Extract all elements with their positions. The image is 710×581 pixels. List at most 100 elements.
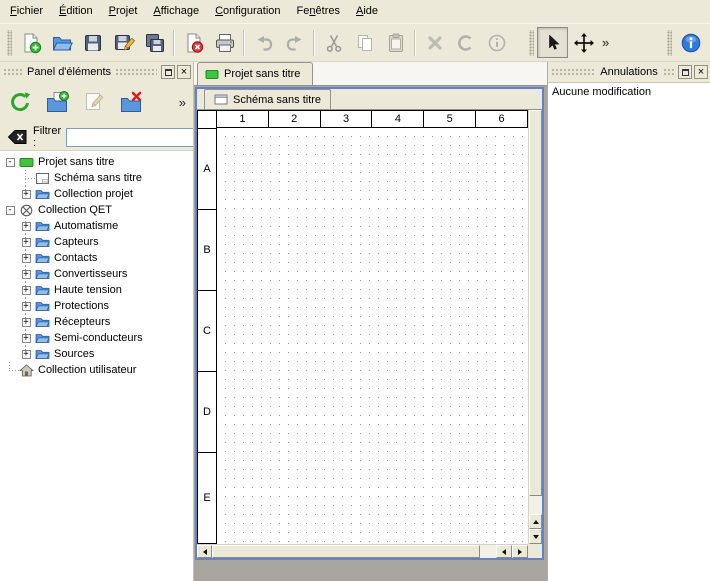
close-dock-button[interactable]: × bbox=[694, 65, 708, 79]
undo-icon bbox=[253, 32, 275, 54]
clear-filter-button[interactable] bbox=[6, 127, 28, 147]
tree-item-convertisseurs[interactable]: + Convertisseurs bbox=[0, 266, 193, 282]
project-tab[interactable]: Projet sans titre bbox=[197, 62, 313, 85]
expander-box[interactable]: - bbox=[6, 158, 15, 167]
paste-icon bbox=[385, 32, 407, 54]
new-button[interactable] bbox=[15, 27, 46, 58]
tree-item-automatisme[interactable]: + Automatisme bbox=[0, 218, 193, 234]
menu-fenetres[interactable]: Fenêtres bbox=[289, 0, 348, 23]
expander-box[interactable]: + bbox=[22, 286, 31, 295]
expander-box[interactable]: + bbox=[22, 254, 31, 263]
folder-icon bbox=[35, 348, 50, 361]
schema-tab[interactable]: Schéma sans titre bbox=[204, 89, 331, 109]
vertical-scrollbar[interactable] bbox=[528, 110, 542, 544]
toolbar-overflow-button[interactable]: » bbox=[599, 27, 612, 58]
info-button[interactable] bbox=[481, 27, 512, 58]
tree-item-label: Haute tension bbox=[54, 284, 122, 296]
expander-box[interactable]: + bbox=[22, 270, 31, 279]
redo-button[interactable] bbox=[279, 27, 310, 58]
float-dock-button[interactable] bbox=[161, 65, 175, 79]
mdi-background: Schéma sans titre 1 2 3 4 5 6 bbox=[194, 86, 547, 581]
row-header-cell: A bbox=[198, 129, 216, 210]
menu-fichier[interactable]: Fichier bbox=[2, 0, 51, 23]
tree-item-capteurs[interactable]: + Capteurs bbox=[0, 234, 193, 250]
save-all-button[interactable] bbox=[139, 27, 170, 58]
menu-label: Fe bbox=[297, 5, 310, 17]
menu-edition[interactable]: Édition bbox=[51, 0, 101, 23]
horizontal-scrollbar[interactable] bbox=[197, 544, 528, 558]
expander-box[interactable]: + bbox=[22, 190, 31, 199]
expander-box[interactable]: + bbox=[22, 350, 31, 359]
expander-box[interactable]: + bbox=[22, 238, 31, 247]
expander-box[interactable]: + bbox=[22, 222, 31, 231]
move-tool-button[interactable] bbox=[568, 27, 599, 58]
open-button[interactable] bbox=[46, 27, 77, 58]
undo-dock-titlebar[interactable]: Annulations × bbox=[548, 62, 710, 82]
toolbar-grip[interactable] bbox=[7, 30, 12, 56]
menu-label: P bbox=[109, 5, 116, 17]
edit-element-button[interactable] bbox=[78, 86, 110, 118]
float-dock-button[interactable] bbox=[678, 65, 692, 79]
close-document-button[interactable] bbox=[178, 27, 209, 58]
menu-configuration[interactable]: Configuration bbox=[207, 0, 288, 23]
panel-overflow-button[interactable]: » bbox=[176, 87, 189, 118]
tree-item-contacts[interactable]: + Contacts bbox=[0, 250, 193, 266]
tree-cell: + bbox=[20, 234, 32, 250]
folder-icon bbox=[35, 188, 50, 201]
new-element-button[interactable] bbox=[41, 86, 73, 118]
tree-item-schema[interactable]: Schéma sans titre bbox=[0, 170, 193, 186]
expander-box[interactable]: + bbox=[22, 334, 31, 343]
toolbar-grip[interactable] bbox=[529, 30, 534, 56]
elements-panel-titlebar[interactable]: Panel d'éléments × bbox=[0, 62, 193, 82]
scroll-left-button-2[interactable] bbox=[496, 545, 512, 558]
expander-box[interactable]: + bbox=[22, 318, 31, 327]
schema-icon bbox=[35, 172, 50, 185]
tree-item-project[interactable]: - Projet sans titre bbox=[0, 154, 193, 170]
paste-button[interactable] bbox=[380, 27, 411, 58]
delete-element-button[interactable] bbox=[115, 86, 147, 118]
menu-label: dition bbox=[66, 5, 92, 17]
tree-item-recepteurs[interactable]: + Récepteurs bbox=[0, 314, 193, 330]
cut-button[interactable] bbox=[318, 27, 349, 58]
vertical-scrollbar-thumb[interactable] bbox=[529, 110, 542, 496]
about-button[interactable] bbox=[675, 27, 706, 58]
copy-button[interactable] bbox=[349, 27, 380, 58]
tree-item-haute-tension[interactable]: + Haute tension bbox=[0, 282, 193, 298]
menu-aide[interactable]: Aide bbox=[348, 0, 386, 23]
tree-item-collection-utilisateur[interactable]: Collection utilisateur bbox=[0, 362, 193, 378]
tree-item-sources[interactable]: + Sources bbox=[0, 346, 193, 362]
tree-line bbox=[25, 330, 26, 346]
scroll-up-button[interactable] bbox=[529, 514, 542, 529]
tree-item-protections[interactable]: + Protections bbox=[0, 298, 193, 314]
scroll-down-button[interactable] bbox=[529, 529, 542, 544]
diagram-canvas[interactable]: 1 2 3 4 5 6 A B C D bbox=[197, 110, 528, 544]
undo-history-list[interactable]: Aucune modification bbox=[548, 82, 710, 581]
select-tool-button[interactable] bbox=[537, 27, 568, 58]
save-as-button[interactable] bbox=[108, 27, 139, 58]
tree-line bbox=[25, 218, 26, 234]
dock-buttons: × bbox=[678, 65, 708, 79]
save-button[interactable] bbox=[77, 27, 108, 58]
toolbar-grip[interactable] bbox=[667, 30, 672, 56]
scroll-right-button[interactable] bbox=[512, 545, 528, 558]
copy-icon bbox=[354, 32, 376, 54]
scroll-left-button[interactable] bbox=[197, 545, 212, 558]
reload-collections-button[interactable] bbox=[4, 86, 36, 118]
tree-item-collection-projet[interactable]: + Collection projet bbox=[0, 186, 193, 202]
menu-affichage[interactable]: Affichage bbox=[145, 0, 207, 23]
print-button[interactable] bbox=[209, 27, 240, 58]
reload-icon bbox=[8, 90, 32, 114]
tree-item-label: Capteurs bbox=[54, 236, 99, 248]
expander-box[interactable]: + bbox=[22, 302, 31, 311]
menu-projet[interactable]: Projet bbox=[101, 0, 146, 23]
close-dock-button[interactable]: × bbox=[177, 65, 191, 79]
tree-item-collection-qet[interactable]: - Collection QET bbox=[0, 202, 193, 218]
tree-item-semi-conducteurs[interactable]: + Semi-conducteurs bbox=[0, 330, 193, 346]
horizontal-scrollbar-thumb[interactable] bbox=[212, 545, 480, 558]
delete-button[interactable] bbox=[419, 27, 450, 58]
tree-item-label: Récepteurs bbox=[54, 316, 110, 328]
rotate-button[interactable] bbox=[450, 27, 481, 58]
expander-box[interactable]: - bbox=[6, 206, 15, 215]
schematic-grid[interactable] bbox=[217, 128, 528, 544]
undo-button[interactable] bbox=[248, 27, 279, 58]
